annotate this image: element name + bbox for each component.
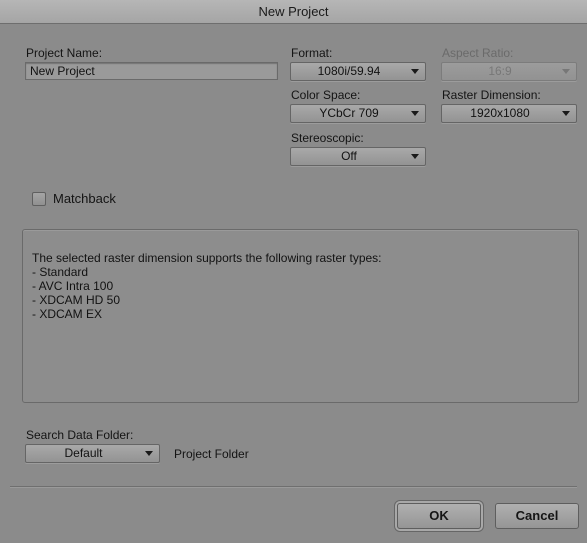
color-space-dropdown[interactable]: YCbCr 709 bbox=[290, 104, 426, 123]
footer-divider bbox=[10, 486, 577, 488]
matchback-label[interactable]: Matchback bbox=[53, 191, 116, 206]
chevron-down-icon bbox=[562, 111, 570, 116]
project-name-label: Project Name: bbox=[26, 46, 103, 60]
raster-dimension-dropdown[interactable]: 1920x1080 bbox=[441, 104, 577, 123]
window-title: New Project bbox=[0, 0, 587, 24]
chevron-down-icon bbox=[411, 69, 419, 74]
stereoscopic-dropdown[interactable]: Off bbox=[290, 147, 426, 166]
raster-type-item: - Standard bbox=[32, 265, 89, 279]
ok-button[interactable]: OK bbox=[397, 503, 481, 529]
aspect-ratio-label: Aspect Ratio: bbox=[442, 46, 514, 60]
aspect-ratio-value: 16:9 bbox=[488, 64, 512, 78]
raster-dimension-value: 1920x1080 bbox=[470, 106, 530, 120]
raster-types-info-box: The selected raster dimension supports t… bbox=[22, 229, 579, 403]
chevron-down-icon bbox=[145, 451, 153, 456]
format-value: 1080i/59.94 bbox=[317, 64, 381, 78]
raster-types-heading: The selected raster dimension supports t… bbox=[32, 251, 382, 265]
new-project-dialog: New Project Project Name: New Project Fo… bbox=[0, 0, 587, 543]
raster-type-item: - XDCAM HD 50 bbox=[32, 293, 121, 307]
format-dropdown[interactable]: 1080i/59.94 bbox=[290, 62, 426, 81]
search-data-folder-dropdown[interactable]: Default bbox=[25, 444, 160, 463]
chevron-down-icon bbox=[411, 111, 419, 116]
cancel-button[interactable]: Cancel bbox=[495, 503, 579, 529]
raster-dimension-label: Raster Dimension: bbox=[442, 88, 541, 102]
raster-type-item: - XDCAM EX bbox=[32, 307, 103, 321]
search-data-folder-value: Default bbox=[64, 446, 103, 460]
aspect-ratio-dropdown: 16:9 bbox=[441, 62, 577, 81]
search-data-folder-label: Search Data Folder: bbox=[26, 428, 134, 442]
project-name-field[interactable]: New Project bbox=[25, 62, 278, 80]
stereoscopic-label: Stereoscopic: bbox=[291, 131, 364, 145]
format-label: Format: bbox=[291, 46, 333, 60]
chevron-down-icon bbox=[562, 69, 570, 74]
color-space-value: YCbCr 709 bbox=[319, 106, 379, 120]
stereoscopic-value: Off bbox=[341, 149, 357, 163]
matchback-checkbox[interactable] bbox=[32, 192, 46, 206]
raster-type-item: - AVC Intra 100 bbox=[32, 279, 114, 293]
chevron-down-icon bbox=[411, 154, 419, 159]
project-folder-label: Project Folder bbox=[174, 447, 249, 461]
color-space-label: Color Space: bbox=[291, 88, 361, 102]
